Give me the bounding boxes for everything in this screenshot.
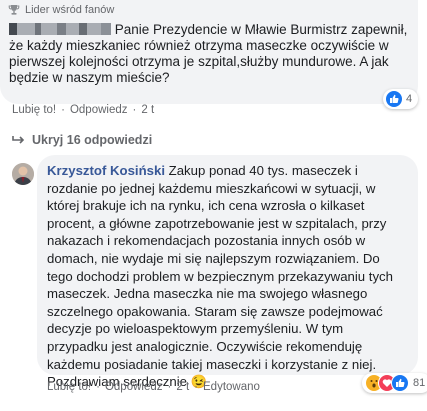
hide-replies-button[interactable]: Ukryj 16 odpowiedzi [12, 133, 152, 147]
reply-text: Krzysztof Kosiński Zakup ponad 40 tys. m… [47, 162, 393, 391]
comment-actions: Lubię to! · Odpowiedz · 2 t [12, 104, 154, 116]
reaction-summary[interactable]: 81 [362, 373, 427, 393]
reply-actions: Lubię to! · Odpowiedz · 2 t · Edytowano [47, 381, 260, 393]
trophy-icon [8, 4, 20, 16]
hide-replies-label: Ukryj 16 odpowiedzi [32, 133, 153, 147]
separator-dot: · [96, 381, 100, 393]
reply-link[interactable]: Odpowiedz [105, 381, 163, 393]
comment-text: Panie Prezydencie w Mławie Burmistrz zap… [9, 22, 409, 86]
like-link[interactable]: Lubię to! [12, 104, 56, 116]
reply-body: Zakup ponad 40 tys. maseczek i rozdanie … [47, 163, 393, 390]
timestamp[interactable]: 2 t [176, 381, 189, 393]
avatar[interactable] [12, 163, 34, 185]
timestamp[interactable]: 2 t [141, 104, 154, 116]
redacted-name [9, 23, 111, 35]
reply-link[interactable]: Odpowiedz [70, 104, 128, 116]
reaction-summary[interactable]: 4 [383, 89, 419, 109]
like-reaction-icon [386, 91, 402, 107]
reaction-count: 81 [413, 377, 426, 389]
edited-link[interactable]: Edytowano [203, 381, 260, 393]
separator-dot: · [194, 381, 198, 393]
reply-arrow-icon [12, 135, 26, 145]
like-link[interactable]: Lubię to! [47, 381, 91, 393]
separator-dot: · [61, 104, 65, 116]
reaction-count: 4 [406, 93, 413, 105]
top-fan-badge: Lider wśród fanów [8, 4, 114, 16]
top-fan-label: Lider wśród fanów [25, 4, 115, 16]
separator-dot: · [132, 104, 137, 116]
like-reaction-icon [391, 374, 409, 392]
separator-dot: · [167, 381, 172, 393]
author-name[interactable]: Krzysztof Kosiński [47, 163, 165, 178]
